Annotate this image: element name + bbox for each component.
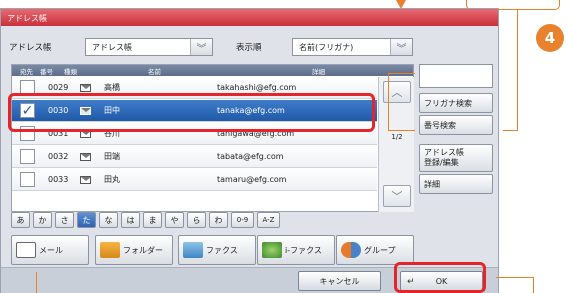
number-search-button[interactable]: 番号検索	[419, 115, 493, 135]
table-row[interactable]: 0032 田端 tabata@efg.com	[12, 146, 377, 168]
mail-filter-label: メール	[39, 245, 63, 255]
group-filter-button[interactable]: グループ	[336, 235, 414, 265]
callout-line-scroll	[388, 73, 415, 131]
folder-filter-button[interactable]: フォルダー	[95, 235, 173, 265]
address-book-dropdown-value: アドレス帳	[92, 42, 132, 52]
callout-line-left	[36, 272, 37, 293]
register-edit-button[interactable]: アドレス帳 登録/編集	[419, 144, 493, 172]
ifax-icon	[262, 242, 282, 258]
row-number: 0029	[48, 83, 69, 92]
fax-filter-button[interactable]: ファクス	[178, 235, 256, 265]
kana-tab[interactable]: ら	[187, 212, 206, 228]
details-button[interactable]: 詳細	[419, 174, 493, 194]
row-name: 田端	[104, 152, 120, 161]
kana-tab[interactable]: や	[165, 212, 184, 228]
row-checkbox[interactable]	[20, 172, 35, 187]
row-name: 高橋	[104, 83, 120, 92]
kana-tab[interactable]: あ	[11, 212, 30, 228]
callout-line-right	[503, 10, 518, 131]
step-number-badge: 4	[536, 24, 564, 52]
group-icon	[341, 242, 361, 258]
ifax-filter-label: i-ファクス	[285, 245, 322, 255]
column-header: 宛先 番号 種類 名前 詳細	[12, 65, 413, 76]
register-edit-line2: 登録/編集	[424, 158, 459, 167]
callout-line-ok	[496, 277, 534, 293]
screen: 4 アドレス帳 アドレス帳 アドレス帳 ︾ 表示順 名前(フリガナ) ︾ 宛先 …	[0, 0, 569, 293]
kana-tab[interactable]: わ	[209, 212, 228, 228]
kana-index-bar: あ か さ た な は ま や ら わ 0-9 A-Z	[11, 212, 280, 228]
kana-tab[interactable]: は	[121, 212, 140, 228]
ok-button-highlight	[394, 262, 486, 293]
row-email: tabata@efg.com	[217, 152, 284, 161]
page-indicator: 1/2	[391, 133, 403, 141]
window-title: アドレス帳	[1, 9, 498, 26]
chevron-down-icon: ︾	[190, 39, 212, 55]
kana-tab[interactable]: な	[99, 212, 118, 228]
cancel-button[interactable]: キャンセル	[298, 271, 381, 291]
row-number: 0032	[48, 152, 69, 161]
kana-tab-active[interactable]: た	[77, 212, 96, 228]
group-filter-label: グループ	[364, 245, 396, 255]
kana-tab[interactable]: ま	[143, 212, 162, 228]
folder-filter-label: フォルダー	[123, 245, 163, 255]
search-result-field	[419, 64, 493, 88]
kana-tab-digits[interactable]: 0-9	[231, 212, 254, 228]
row-checkbox[interactable]	[20, 149, 35, 164]
table-row[interactable]: 0033 田丸 tamaru@efg.com	[12, 169, 377, 191]
row-number: 0033	[48, 175, 69, 184]
chevron-down-icon: ︾	[390, 39, 412, 55]
register-edit-line1: アドレス帳	[424, 148, 464, 157]
envelope-icon	[16, 242, 36, 258]
email-envelope-icon	[80, 153, 91, 161]
fax-filter-label: ファクス	[206, 245, 238, 255]
address-book-label: アドレス帳	[9, 43, 52, 53]
fax-icon	[183, 242, 203, 258]
email-envelope-icon	[80, 176, 91, 184]
scroll-down-button[interactable]: ﹀	[383, 185, 411, 207]
sort-order-dropdown-value: 名前(フリガナ)	[299, 42, 354, 52]
furigana-search-button[interactable]: フリガナ検索	[419, 93, 493, 113]
kana-tab[interactable]: か	[33, 212, 52, 228]
row-name: 田丸	[104, 175, 120, 184]
row-email: tamaru@efg.com	[217, 175, 287, 184]
ifax-filter-button[interactable]: i-ファクス	[257, 235, 335, 265]
sort-order-dropdown[interactable]: 名前(フリガナ) ︾	[292, 38, 413, 56]
address-list: 宛先 番号 種類 名前 詳細 0029 高橋 takahashi@efg.com…	[11, 64, 414, 212]
column-number: 番号	[40, 67, 53, 76]
column-destination: 宛先	[20, 67, 33, 76]
row-email: takahashi@efg.com	[217, 83, 297, 92]
folder-icon	[100, 242, 120, 258]
sort-order-label: 表示順	[236, 43, 262, 53]
address-book-dialog: アドレス帳 アドレス帳 アドレス帳 ︾ 表示順 名前(フリガナ) ︾ 宛先 番号…	[0, 8, 499, 293]
kana-tab[interactable]: さ	[55, 212, 74, 228]
chevron-down-icon: ﹀	[391, 190, 403, 203]
mail-filter-button[interactable]: メール	[11, 235, 89, 265]
column-name: 名前	[148, 67, 161, 76]
address-book-dropdown[interactable]: アドレス帳 ︾	[85, 38, 213, 56]
column-type: 種類	[64, 67, 77, 76]
kana-tab-alphabet[interactable]: A-Z	[257, 212, 280, 228]
email-envelope-icon	[80, 84, 91, 92]
selected-row-highlight	[8, 93, 375, 132]
column-details: 詳細	[312, 67, 325, 76]
